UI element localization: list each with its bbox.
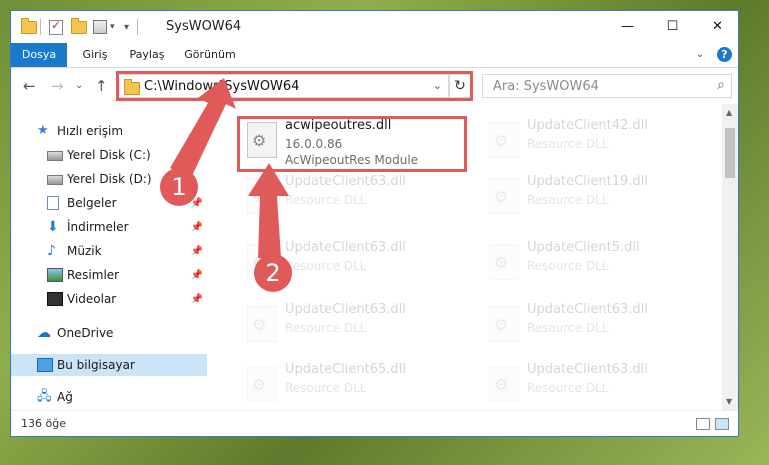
- callout-badge-1: 1: [160, 168, 198, 206]
- arrow-2-icon: [248, 163, 289, 258]
- callout-badge-2: 2: [254, 254, 292, 292]
- callout-arrows: [170, 78, 289, 258]
- arrow-1-icon: [170, 78, 236, 180]
